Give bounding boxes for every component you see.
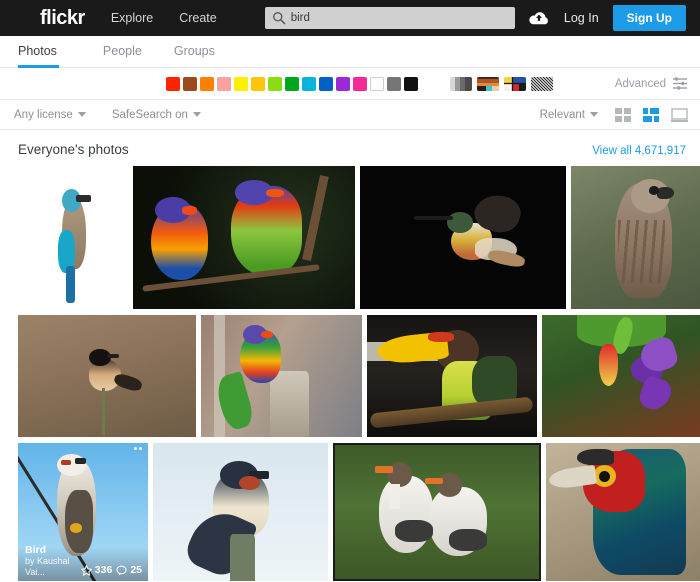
search-container <box>264 7 515 29</box>
color-swatch-gray[interactable] <box>387 76 401 91</box>
color-style-filter-bar: Advanced <box>0 68 700 100</box>
justified-view-icon[interactable] <box>643 107 660 122</box>
comment-count[interactable]: 25 <box>116 564 142 576</box>
account-actions: Log In Sign Up <box>528 5 688 31</box>
color-swatch-yellow[interactable] <box>234 76 248 91</box>
color-swatch-pink[interactable] <box>217 76 231 91</box>
color-swatch-green[interactable] <box>285 76 299 91</box>
photo-aracari[interactable] <box>367 315 537 437</box>
style-black-and-white[interactable] <box>450 76 472 91</box>
color-swatch-cyan[interactable] <box>302 76 316 91</box>
photo-title[interactable]: Bird <box>25 544 81 556</box>
color-swatch-lime[interactable] <box>268 76 282 91</box>
star-icon <box>80 564 92 576</box>
nav-create[interactable]: Create <box>179 11 217 25</box>
photo-hover-overlay: Bird by Kaushal Vai... 336 25 <box>18 544 148 581</box>
color-swatch-red[interactable] <box>166 76 180 91</box>
license-label: Any license <box>14 108 73 121</box>
comment-icon <box>116 565 127 575</box>
safesearch-label: SafeSearch on <box>111 108 188 121</box>
view-all-link[interactable]: View all 4,671,917 <box>592 145 686 157</box>
flickr-logo[interactable]: flickr <box>40 7 85 30</box>
photo-author[interactable]: by Kaushal Vai... <box>25 556 81 577</box>
style-pattern[interactable] <box>504 76 526 91</box>
page-title: Everyone's photos <box>18 142 129 157</box>
style-filter-list <box>450 76 553 91</box>
color-swatch-magenta[interactable] <box>353 76 367 91</box>
login-link[interactable]: Log In <box>564 11 599 25</box>
photo-purple-hummingbird[interactable] <box>542 315 700 437</box>
photo-kestrel[interactable] <box>571 166 700 309</box>
color-swatch-list <box>166 76 418 91</box>
photo-row <box>18 166 700 309</box>
photo-pheasant[interactable] <box>546 443 700 581</box>
sort-dropdown[interactable]: Relevant <box>540 109 598 121</box>
chevron-down-icon <box>77 112 86 117</box>
favorite-count[interactable]: 336 <box>80 564 112 576</box>
search-options-bar: Any license SafeSearch on Relevant <box>0 100 700 130</box>
photo-hummingbird[interactable] <box>360 166 566 309</box>
color-swatch-brown[interactable] <box>183 76 197 91</box>
photo-lorikeets-pair[interactable] <box>133 166 355 309</box>
license-dropdown[interactable]: Any license <box>14 109 86 121</box>
signup-button[interactable]: Sign Up <box>612 5 686 31</box>
search-tabs: Photos People Groups <box>0 36 700 68</box>
sliders-icon <box>673 77 687 90</box>
more-dots-icon[interactable] <box>134 447 142 450</box>
photo-grid: Bird by Kaushal Vai... 336 25 <box>0 166 700 581</box>
view-controls: Relevant <box>540 107 688 122</box>
photo-row <box>18 315 700 437</box>
nav-explore[interactable]: Explore <box>111 11 153 25</box>
color-swatch-gold[interactable] <box>251 76 265 91</box>
advanced-label: Advanced <box>614 77 666 90</box>
photo-black-winged-kite[interactable]: Bird by Kaushal Vai... 336 25 <box>18 443 148 581</box>
tab-photos[interactable]: Photos <box>18 44 73 68</box>
tab-groups[interactable]: Groups <box>158 44 231 67</box>
sort-label: Relevant <box>539 108 585 121</box>
photo-geese-pair[interactable] <box>333 443 541 581</box>
color-swatch-white[interactable] <box>370 76 384 91</box>
chevron-down-icon <box>590 112 598 117</box>
advanced-filters-button[interactable]: Advanced <box>615 77 688 90</box>
photo-row: Bird by Kaushal Vai... 336 25 <box>18 443 700 581</box>
safesearch-dropdown[interactable]: SafeSearch on <box>112 109 201 121</box>
photo-indian-roller[interactable] <box>18 166 128 309</box>
chevron-down-icon <box>192 112 201 117</box>
top-navigation-bar: flickr Explore Create Log In Sign Up <box>0 0 700 36</box>
color-swatch-black[interactable] <box>404 76 418 91</box>
slideshow-view-icon[interactable] <box>671 107 688 122</box>
cloud-upload-icon[interactable] <box>528 9 550 27</box>
color-swatch-blue[interactable] <box>319 76 333 91</box>
photo-lorikeet-post[interactable] <box>201 315 362 437</box>
grid-view-icon[interactable] <box>615 107 632 122</box>
photo-stonechat[interactable] <box>18 315 196 437</box>
section-header: Everyone's photos View all 4,671,917 <box>0 130 700 166</box>
style-shallow-depth-of-field[interactable] <box>477 76 499 91</box>
photo-barn-swallow[interactable] <box>153 443 328 581</box>
style-minimalist[interactable] <box>531 76 553 91</box>
color-swatch-orange[interactable] <box>200 76 214 91</box>
tab-people[interactable]: People <box>87 44 158 67</box>
color-swatch-purple[interactable] <box>336 76 350 91</box>
search-input[interactable] <box>264 7 515 29</box>
